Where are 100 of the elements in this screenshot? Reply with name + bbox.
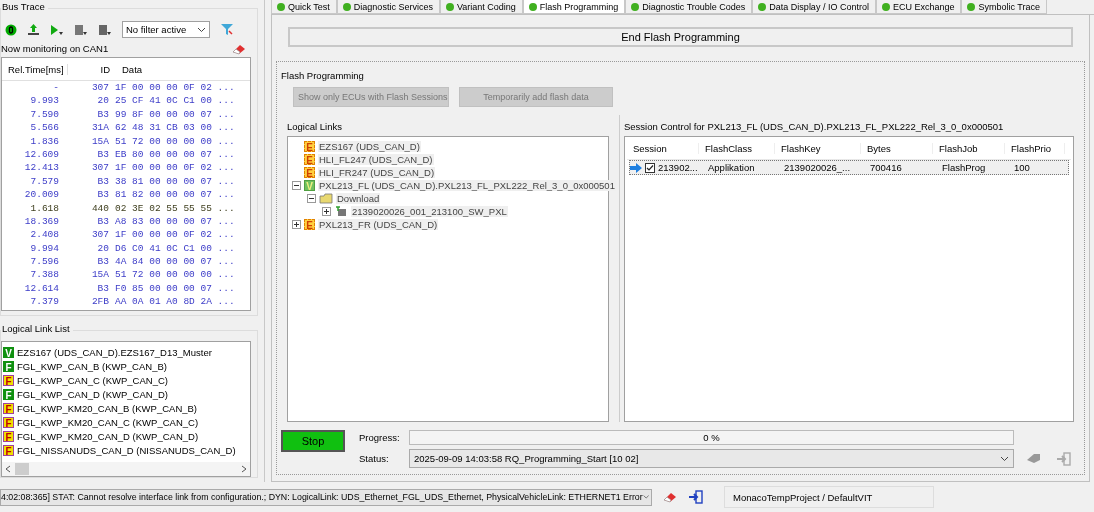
- tab[interactable]: Flash Programming: [522, 0, 626, 14]
- column-header[interactable]: Session: [627, 142, 699, 154]
- list-item[interactable]: FGL_KWP_KM20_CAN_D (KWP_CAN_D): [17, 430, 199, 442]
- table-cell-text: 2.408: [29, 228, 60, 242]
- record-icon[interactable]: [5, 23, 17, 36]
- table-cell-text: 5.566: [29, 121, 60, 135]
- scroll-right-icon[interactable]: [241, 465, 247, 473]
- folder-icon: [319, 193, 333, 204]
- table-cell-text: 1F 00 00 00 0F 02 ...: [114, 228, 236, 242]
- tree-item[interactable]: HLI_FR247 (UDS_CAN_D): [318, 167, 436, 178]
- chip-icon: [334, 205, 348, 218]
- table-cell-text: 02 3E 02 55 55 55 ...: [114, 201, 236, 215]
- tree-item[interactable]: PXL213_FL (UDS_CAN_D).PXL213_FL_PXL222_Rel_3_0_0x000501: [318, 180, 616, 191]
- table-cell-text: 99 8F 00 00 00 07 ...: [114, 107, 236, 122]
- column-header[interactable]: FlashPrio: [1005, 142, 1065, 154]
- column-header[interactable]: FlashJob: [933, 142, 1005, 154]
- expand-icon[interactable]: [292, 220, 301, 229]
- tree-item[interactable]: HLI_FL247 (UDS_CAN_D): [318, 154, 434, 165]
- progress-label: Progress:: [359, 432, 401, 443]
- tab[interactable]: Variant Coding: [439, 0, 523, 14]
- table-cell-text: 1.618: [29, 201, 60, 215]
- pane-title: Logical Links: [287, 120, 343, 134]
- block-filter-icon[interactable]: [98, 23, 112, 36]
- table-cell-text: 307: [90, 161, 110, 175]
- table-cell-text: 25 CF 41 0C C1 00 ...: [114, 94, 236, 108]
- expand-icon[interactable]: [322, 207, 331, 216]
- end-flash-programming-button[interactable]: End Flash Programming: [288, 27, 1073, 47]
- table-cell-text: EB 80 00 00 00 07 ...: [114, 147, 236, 162]
- list-item[interactable]: FGL_KWP_CAN_D (KWP_CAN_D): [17, 388, 168, 400]
- tree-item[interactable]: 2139020026_001_213100_SW_PXL: [351, 206, 508, 217]
- table-cell-text: 20.009: [23, 188, 60, 202]
- table-cell: 700416: [870, 162, 902, 173]
- tab[interactable]: Quick Test: [271, 0, 337, 14]
- table-cell-text: -: [52, 81, 60, 95]
- column-header[interactable]: Data: [116, 63, 250, 75]
- block-filter-icon[interactable]: [74, 23, 88, 36]
- table-cell-text: 307: [90, 228, 110, 242]
- tab[interactable]: Diagnostic Trouble Codes: [625, 0, 753, 14]
- play-filter-icon[interactable]: [50, 23, 64, 36]
- eraser-icon[interactable]: [662, 491, 678, 503]
- status-badge: F: [3, 416, 14, 428]
- table-cell-text: A8 83 00 00 00 07 ...: [114, 214, 236, 229]
- stop-button[interactable]: Stop: [281, 430, 345, 452]
- table-cell-text: 20: [96, 241, 110, 256]
- table-cell-text: B3: [96, 281, 110, 296]
- table-cell-text: 440: [90, 201, 110, 215]
- group-title: Flash Programming: [281, 70, 365, 81]
- table-cell-text: 15A: [90, 134, 110, 148]
- group-title: Bus Trace: [1, 1, 48, 12]
- exit-icon[interactable]: [688, 490, 704, 504]
- tab[interactable]: Diagnostic Services: [336, 0, 440, 14]
- table-cell: Applikation: [708, 162, 755, 173]
- scroll-left-icon[interactable]: [5, 465, 11, 473]
- status-dropdown[interactable]: 2025-09-09 14:03:58 RQ_Programming_Start [10 02]: [409, 449, 1014, 468]
- collapse-icon[interactable]: [307, 194, 316, 203]
- tree-item[interactable]: Download: [336, 193, 381, 204]
- status-badge: F: [3, 360, 14, 372]
- filter-dropdown[interactable]: No filter active: [122, 21, 210, 38]
- table-cell-text: 62 48 31 CB 03 00 ...: [114, 121, 236, 135]
- status-badge: F: [3, 388, 14, 400]
- table-cell-text: B3: [96, 174, 110, 189]
- table-cell-text: 38 81 00 00 00 07 ...: [114, 174, 236, 189]
- scrollbar-thumb[interactable]: [15, 463, 29, 475]
- status-badge: F: [3, 444, 14, 456]
- column-header[interactable]: FlashClass: [699, 142, 775, 154]
- table-cell-text: B3: [96, 214, 110, 229]
- table-cell-text: D6 C0 41 0C C1 00 ...: [114, 241, 236, 256]
- ecu-badge: E: [304, 141, 315, 152]
- table-cell-text: 31A: [90, 121, 110, 135]
- tab[interactable]: Data Display / IO Control: [752, 0, 876, 14]
- table-cell-text: 12.609: [23, 147, 60, 162]
- table-cell-text: 7.579: [29, 174, 60, 189]
- collapse-icon[interactable]: [292, 181, 301, 190]
- project-name: MonacoTempProject / DefaultVIT: [724, 486, 934, 508]
- list-item[interactable]: FGL_NISSANUDS_CAN_D (NISSANUDS_CAN_D): [17, 444, 236, 456]
- tab[interactable]: ECU Exchange: [875, 0, 962, 14]
- status-label: Status:: [359, 453, 390, 464]
- column-header[interactable]: ID: [68, 63, 116, 75]
- table-cell: 100: [1014, 162, 1030, 173]
- column-header[interactable]: Bytes: [861, 142, 933, 154]
- tree-item[interactable]: EZS167 (UDS_CAN_D): [318, 141, 421, 152]
- table-cell-text: 20: [96, 94, 110, 108]
- upload-icon[interactable]: [27, 23, 40, 36]
- checkbox[interactable]: [645, 162, 655, 173]
- status-badge: F: [3, 374, 14, 386]
- list-item[interactable]: FGL_KWP_CAN_C (KWP_CAN_C): [17, 374, 168, 386]
- eraser-icon[interactable]: [231, 43, 247, 55]
- tree-item[interactable]: PXL213_FR (UDS_CAN_D): [318, 219, 439, 230]
- table-cell: FlashProg: [942, 162, 986, 173]
- session-row[interactable]: 213902... Applikation 2139020026_... 700416 FlashProg 100: [629, 160, 1069, 175]
- list-item[interactable]: FGL_KWP_KM20_CAN_B (KWP_CAN_B): [17, 402, 198, 414]
- table-cell-text: 9.993: [29, 94, 60, 108]
- status-message-dropdown[interactable]: 4:02:08:365] STAT: Cannot resolve interface link from configuration.; DYN: LogicalLink: UDS_Ethernet_FGL_UDS_Ethernet, PhysicalVehicleLink: ETHERNET1 Error: [0, 488, 652, 506]
- list-item[interactable]: FGL_KWP_KM20_CAN_C (KWP_CAN_C): [17, 416, 199, 428]
- horizontal-scrollbar[interactable]: [2, 462, 250, 476]
- column-header[interactable]: FlashKey: [775, 142, 861, 154]
- column-header[interactable]: Rel.Time[ms]: [2, 63, 68, 75]
- tab[interactable]: Symbolic Trace: [961, 0, 1047, 14]
- list-item[interactable]: FGL_KWP_CAN_B (KWP_CAN_B): [17, 360, 167, 372]
- list-item[interactable]: EZS167 (UDS_CAN_D).EZS167_D13_Muster: [17, 346, 212, 358]
